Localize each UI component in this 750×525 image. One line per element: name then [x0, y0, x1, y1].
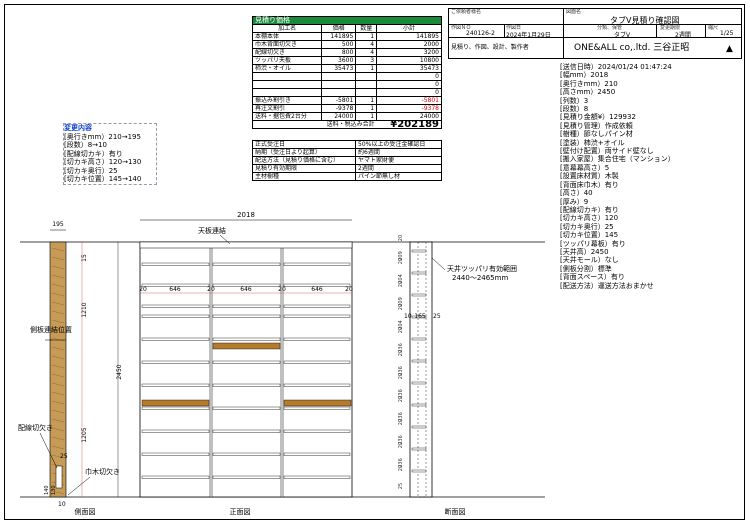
shelf [283, 337, 351, 341]
accent-shelf [212, 342, 281, 350]
shelf [283, 360, 351, 364]
section-dim: 236 [398, 389, 404, 399]
shelf [212, 452, 281, 456]
section-dim: 236 [398, 412, 404, 422]
dim-wire-h2: 140 [44, 485, 50, 495]
dim-width: 2018 [237, 211, 255, 219]
ceiling-label: 天井ツッパリ有効範囲 [447, 264, 517, 273]
partition [209, 241, 213, 498]
section-dim: 236 [398, 343, 404, 353]
shelf [141, 475, 210, 479]
shelf [283, 314, 351, 318]
section-shelf [411, 469, 427, 473]
section-shelf [411, 447, 427, 451]
partition [280, 241, 284, 498]
dim-gap: 20 [345, 286, 353, 293]
shelf [141, 452, 210, 456]
dim-height: 2450 [116, 364, 123, 379]
dim-wire-h3: 130 [51, 485, 57, 495]
section-dim: 209 [398, 297, 404, 307]
section-dim: 204 [398, 320, 404, 330]
shelf [212, 429, 281, 433]
shelf [283, 475, 351, 479]
shelf [141, 360, 210, 364]
section-dim: 209 [398, 251, 404, 261]
section-shelf [411, 293, 427, 297]
dim-side-depth: 195 [52, 221, 64, 228]
shelf [212, 314, 281, 318]
section-shelf [411, 359, 427, 363]
section-shelf [411, 403, 427, 407]
dim-gap: 20 [139, 286, 147, 293]
shelf [283, 383, 351, 387]
dim-sec-10: 10 [404, 313, 412, 320]
wiring-label: 配線切欠き [18, 423, 53, 432]
dim-wire-h1: 25 [60, 453, 68, 460]
dim-gap: 20 [278, 286, 286, 293]
section-shelf [411, 337, 427, 341]
section-dim: 204 [398, 274, 404, 284]
shelf [212, 475, 281, 479]
shelf [212, 406, 281, 410]
ceiling-range: 2440～2465mm [452, 274, 508, 282]
dim-sec-165: 165 [414, 313, 426, 320]
shelf [283, 262, 351, 266]
shelf [141, 383, 210, 387]
section-view: 2520236202362023620236202362023620204202… [398, 235, 517, 516]
shelf [212, 383, 281, 387]
shelf [212, 304, 281, 308]
section-dim: 236 [398, 435, 404, 445]
shelf [283, 406, 351, 410]
section-view-label: 断面図 [445, 507, 466, 516]
shelf [141, 262, 210, 266]
shelf [141, 304, 210, 308]
dim-col: 646 [169, 286, 181, 293]
shelf [283, 452, 351, 456]
shelf [141, 406, 210, 410]
side-connect-label: 側板連結位置 [30, 325, 72, 334]
section-shelf [411, 271, 427, 275]
shelf [141, 429, 210, 433]
shelf [212, 262, 281, 266]
section-dim: 236 [398, 458, 404, 468]
dim-lower: 1205 [81, 427, 88, 442]
accent-shelf [141, 399, 210, 407]
top-board [139, 241, 353, 249]
dim-side-top: 15 [81, 254, 88, 262]
section-shelf [411, 381, 427, 385]
front-view: 646 646 646 20 20 20 20 2018 天板連結 正面図 [139, 211, 353, 516]
section-shelf [411, 425, 427, 429]
section-dim: 25 [398, 483, 404, 489]
shelf [212, 337, 281, 341]
accent-shelf [283, 399, 352, 407]
side-view-label: 側面図 [75, 507, 96, 516]
section-dim: 20 [398, 235, 404, 241]
side-view: 195 15 1210 1205 2450 25 140 130 10 側板連結… [18, 221, 123, 516]
section-dim: 236 [398, 366, 404, 376]
dim-sec-25: 25 [433, 313, 441, 320]
technical-drawing: 195 15 1210 1205 2450 25 140 130 10 側板連結… [18, 211, 545, 516]
shelf [283, 429, 351, 433]
dim-col: 646 [240, 286, 252, 293]
dim-wire-d: 10 [58, 501, 66, 508]
baseboard-label: 巾木切欠き [85, 467, 120, 476]
section-shelf [411, 249, 427, 253]
shelf [141, 314, 210, 318]
shelf [283, 304, 351, 308]
shelf [141, 337, 210, 341]
front-view-label: 正面図 [230, 508, 251, 516]
dim-gap: 20 [207, 286, 215, 293]
top-board-label: 天板連結 [198, 226, 226, 235]
shelf [212, 360, 281, 364]
dim-upper: 1210 [81, 302, 88, 317]
dim-col: 646 [311, 286, 323, 293]
